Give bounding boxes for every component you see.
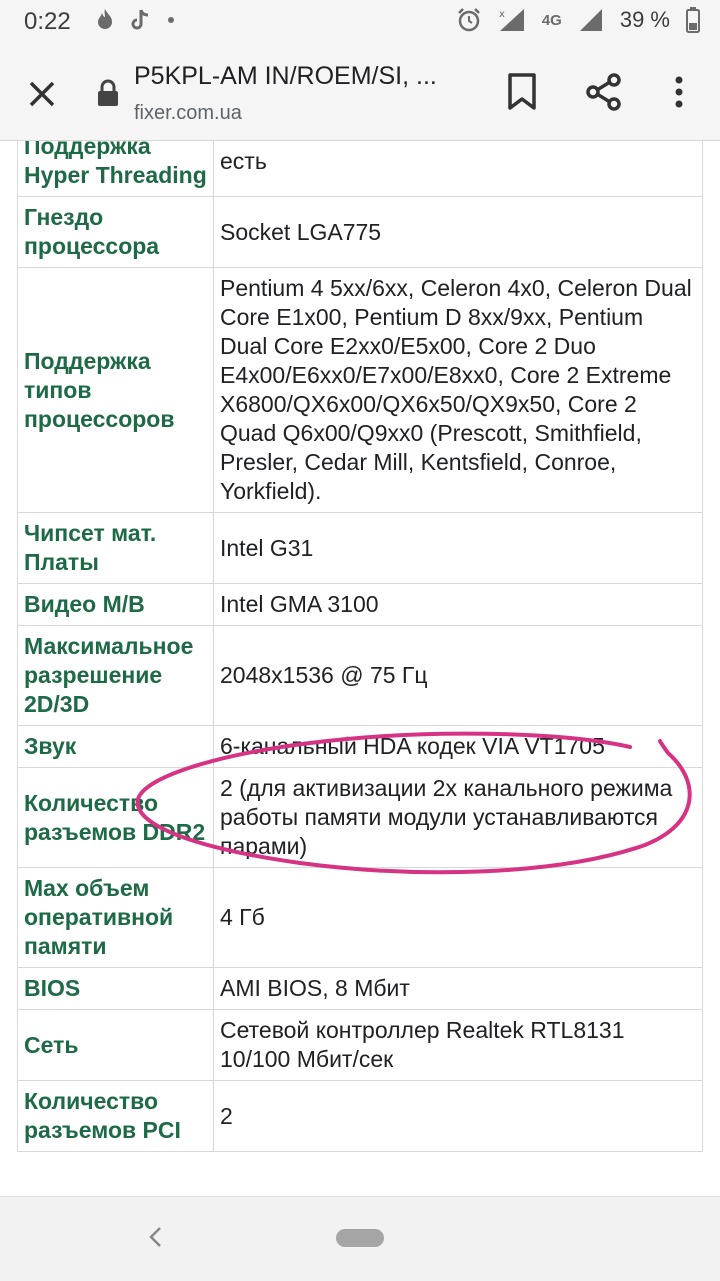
- close-icon[interactable]: [22, 74, 62, 114]
- page-domain[interactable]: fixer.com.ua: [134, 102, 242, 125]
- spec-key: Поддержка типов процессоров: [17, 267, 214, 513]
- spec-value: 2048x1536 @ 75 Гц: [213, 625, 703, 726]
- spec-key: Видео М/В: [17, 583, 214, 626]
- table-row: Сеть Сетевой контроллер Realtek RTL8131 1…: [17, 1009, 703, 1081]
- lock-icon[interactable]: [96, 79, 120, 107]
- battery-percent: 39 %: [619, 7, 670, 32]
- spec-value: 4 Гб: [213, 867, 703, 968]
- table-row: Звук 6-канальный HDA кодек VIA VT1705: [17, 725, 703, 768]
- spec-value: 2 (для активизации 2х канального режима …: [213, 767, 703, 868]
- table-row: Гнездо процессора Socket LGA775: [17, 196, 703, 268]
- spec-value: Pentium 4 5xx/6xx, Celeron 4x0, Celeron …: [213, 267, 703, 513]
- svg-text:x: x: [499, 9, 505, 20]
- table-row: Количество разъемов DDR2 2 (для активизац…: [17, 767, 703, 868]
- spec-key: BIOS: [17, 967, 214, 1010]
- table-row: Max объем оперативной памяти 4 Гб: [17, 867, 703, 968]
- spec-key: Max объем оперативной памяти: [17, 867, 214, 968]
- dot-icon: [168, 17, 174, 23]
- more-vert-icon[interactable]: [664, 72, 694, 112]
- flame-icon: [98, 9, 112, 29]
- tiktok-icon: [131, 9, 149, 30]
- bookmark-icon[interactable]: [506, 72, 538, 112]
- spec-value: Intel G31: [213, 512, 703, 584]
- battery-icon: [686, 7, 700, 33]
- spec-value: 6-канальный HDA кодек VIA VT1705: [213, 725, 703, 768]
- status-bar: 0:22 x 4G 39 %: [0, 0, 720, 44]
- page-content[interactable]: поддерживаемые для данного чипсета)Подде…: [0, 141, 720, 1195]
- signal-icon: [579, 9, 602, 31]
- share-icon[interactable]: [584, 72, 624, 112]
- table-row: BIOS AMI BIOS, 8 Мбит: [17, 967, 703, 1010]
- table-row: Чипсет мат. Платы Intel G31: [17, 512, 703, 584]
- spec-key: Звук: [17, 725, 214, 768]
- navigation-bar: [0, 1196, 720, 1281]
- network-4g-icon: 4G: [541, 11, 562, 29]
- table-row: Видео М/В Intel GMA 3100: [17, 583, 703, 626]
- status-time: 0:22: [24, 8, 71, 35]
- spec-key: Поддержка Hyper Threading: [17, 141, 214, 197]
- browser-toolbar: P5KPL-AM IN/ROEM/SI, ... fixer.com.ua: [0, 44, 720, 141]
- table-row: Максимальное разрешение 2D/3D 2048x1536 @…: [17, 625, 703, 726]
- table-row: Поддержка Hyper Threading есть: [17, 141, 703, 197]
- spec-key: Сеть: [17, 1009, 214, 1081]
- page-title[interactable]: P5KPL-AM IN/ROEM/SI, ...: [134, 62, 437, 91]
- spec-value: есть: [213, 141, 703, 197]
- table-row: Поддержка типов процессоров Pentium 4 5xx…: [17, 267, 703, 513]
- spec-value: 2: [213, 1080, 703, 1152]
- spec-key: Чипсет мат. Платы: [17, 512, 214, 584]
- spec-key: Гнездо процессора: [17, 196, 214, 268]
- table-row: Количество разъемов PCI 2: [17, 1080, 703, 1152]
- spec-key: Количество разъемов PCI: [17, 1080, 214, 1152]
- spec-value: Intel GMA 3100: [213, 583, 703, 626]
- spec-value: AMI BIOS, 8 Мбит: [213, 967, 703, 1010]
- spec-key: Количество разъемов DDR2: [17, 767, 214, 868]
- home-pill[interactable]: [336, 1229, 384, 1247]
- spec-value: Сетевой контроллер Realtek RTL8131 10/10…: [213, 1009, 703, 1081]
- spec-key: Максимальное разрешение 2D/3D: [17, 625, 214, 726]
- alarm-icon: [457, 8, 480, 32]
- spec-value: Socket LGA775: [213, 196, 703, 268]
- signal-icon: x: [499, 9, 524, 31]
- spec-table: поддерживаемые для данного чипсета)Подде…: [17, 141, 703, 1152]
- back-icon[interactable]: [146, 1225, 166, 1249]
